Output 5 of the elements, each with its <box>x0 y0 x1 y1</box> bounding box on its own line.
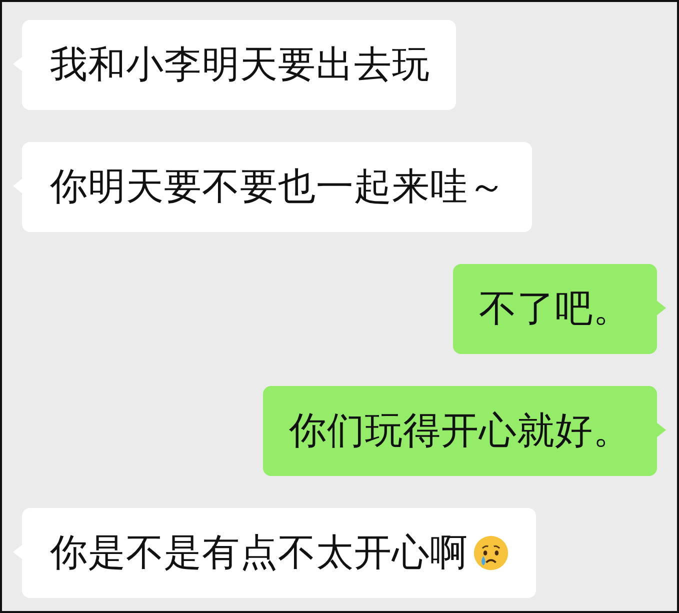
message-text: 不了吧。 <box>479 285 631 332</box>
message-text: 你是不是有点不太开心啊 <box>50 529 468 576</box>
message-text: 你明天要不要也一起来哇～ <box>50 163 506 210</box>
message-text: 我和小李明天要出去玩 <box>50 41 430 88</box>
message-text: 你们玩得开心就好。 <box>289 407 631 454</box>
